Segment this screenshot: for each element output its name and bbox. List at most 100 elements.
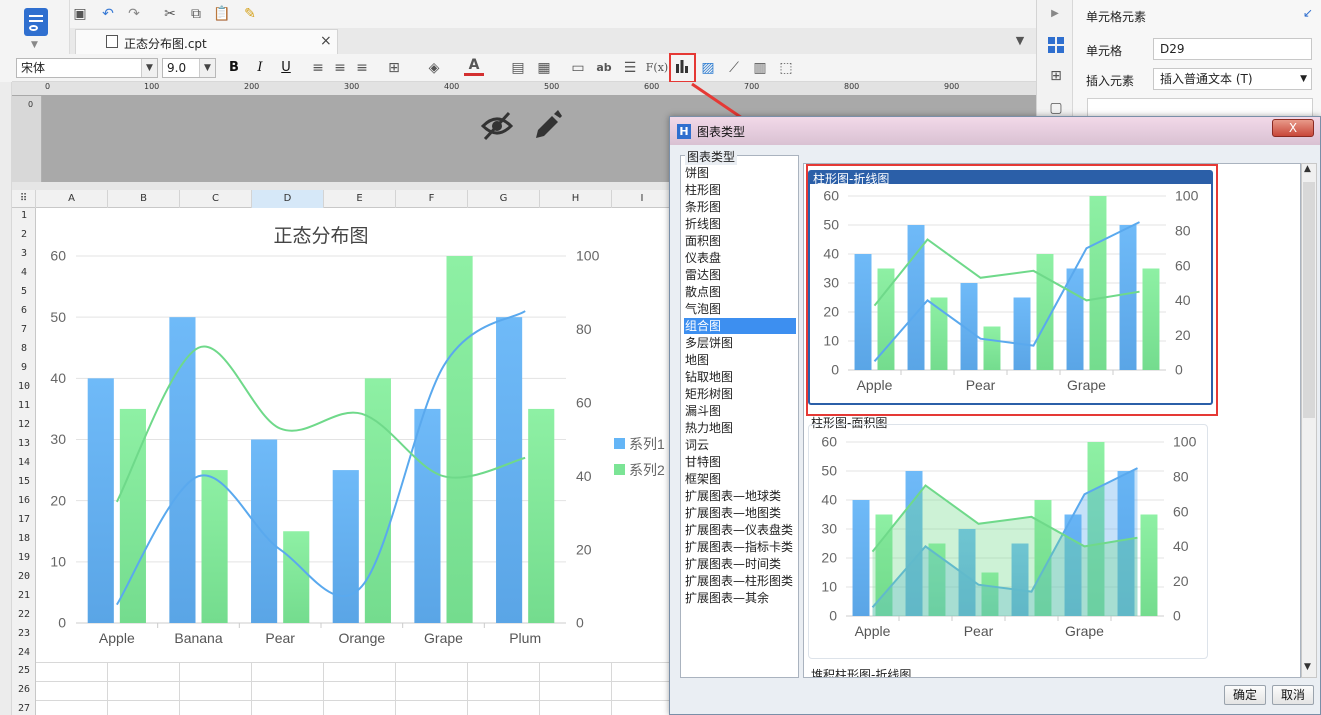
font-size-select[interactable]: 9.0 ▼: [162, 58, 216, 78]
scroll-thumb[interactable]: [1303, 182, 1315, 418]
save-icon[interactable]: ▣: [70, 4, 90, 24]
chart-type-item[interactable]: 柱形图: [684, 182, 796, 198]
text-icon[interactable]: ab: [594, 58, 614, 78]
chart-type-item[interactable]: 组合图: [684, 318, 796, 334]
row-label[interactable]: 2: [12, 229, 36, 240]
row-label[interactable]: 25: [12, 665, 36, 676]
scroll-down-icon[interactable]: ▼: [1304, 662, 1311, 672]
preview-card[interactable]: 柱形图-面积图 0 10 20 30 40 50 60 0 20 40 60 80 100 Apple Pe…: [808, 414, 1213, 659]
column-label-selected[interactable]: D: [252, 190, 324, 208]
align-right-icon[interactable]: ≡: [352, 58, 372, 78]
row-label[interactable]: 8: [12, 343, 36, 354]
chart-type-item[interactable]: 词云: [684, 437, 796, 453]
merge-cells-icon[interactable]: ▤: [508, 58, 528, 78]
row-label[interactable]: 13: [12, 438, 36, 449]
chart-type-item[interactable]: 框架图: [684, 471, 796, 487]
floating-element-icon[interactable]: ⬚: [776, 58, 796, 78]
column-label[interactable]: E: [324, 190, 396, 208]
column-label[interactable]: C: [180, 190, 252, 208]
chart-type-item[interactable]: 饼图: [684, 165, 796, 181]
insert-row-icon[interactable]: ▭: [568, 58, 588, 78]
row-label[interactable]: 27: [12, 703, 36, 714]
cancel-button[interactable]: 取消: [1272, 685, 1314, 705]
font-name-select[interactable]: 宋体 ▼: [16, 58, 158, 78]
close-button[interactable]: X: [1272, 119, 1314, 137]
dropdown-arrow-icon[interactable]: ▼: [1010, 31, 1030, 51]
split-cells-icon[interactable]: ▦: [534, 58, 554, 78]
row-label[interactable]: 14: [12, 457, 36, 468]
chart-type-item[interactable]: 漏斗图: [684, 403, 796, 419]
row-label[interactable]: 10: [12, 381, 36, 392]
card-label[interactable]: 堆积柱形图-折线图: [811, 666, 911, 677]
italic-button[interactable]: I: [250, 58, 270, 78]
widget-icon[interactable]: ▢: [1046, 98, 1066, 118]
cell-attribute-icon[interactable]: ⊞: [1046, 66, 1066, 86]
row-label[interactable]: 7: [12, 324, 36, 335]
cell-field[interactable]: D29: [1153, 38, 1312, 60]
row-label[interactable]: 15: [12, 476, 36, 487]
ok-button[interactable]: 确定: [1224, 685, 1266, 705]
tab-close-icon[interactable]: ×: [320, 33, 332, 49]
chevron-right-icon[interactable]: ▶: [1045, 4, 1065, 24]
row-label[interactable]: 5: [12, 286, 36, 297]
row-label[interactable]: 4: [12, 267, 36, 278]
chart-type-item[interactable]: 扩展图表—地球类: [684, 488, 796, 504]
column-label[interactable]: A: [36, 190, 108, 208]
row-label[interactable]: 18: [12, 533, 36, 544]
row-label[interactable]: 26: [12, 684, 36, 695]
format-brush-icon[interactable]: ✎: [240, 4, 260, 24]
hide-eye-icon[interactable]: [480, 110, 514, 145]
scroll-up-icon[interactable]: ▲: [1304, 164, 1311, 174]
chart-type-item[interactable]: 扩展图表—时间类: [684, 556, 796, 572]
chart-type-item[interactable]: 散点图: [684, 284, 796, 300]
paste-icon[interactable]: 📋: [212, 4, 232, 24]
row-label[interactable]: 22: [12, 609, 36, 620]
row-label[interactable]: 1: [12, 210, 36, 221]
chart-type-item[interactable]: 条形图: [684, 199, 796, 215]
underline-button[interactable]: U: [276, 58, 296, 78]
row-label[interactable]: 24: [12, 647, 36, 658]
row-label[interactable]: 6: [12, 305, 36, 316]
chart-type-item[interactable]: 扩展图表—地图类: [684, 505, 796, 521]
chart-type-item[interactable]: 地图: [684, 352, 796, 368]
fill-color-icon[interactable]: ◈: [424, 58, 444, 78]
formula-icon[interactable]: F(x): [644, 58, 670, 78]
border-icon[interactable]: ⊞: [384, 58, 404, 78]
font-color-icon[interactable]: A: [464, 58, 484, 76]
row-label[interactable]: 17: [12, 514, 36, 525]
chart-type-item[interactable]: 雷达图: [684, 267, 796, 283]
sub-report-icon[interactable]: ▥: [750, 58, 770, 78]
chart-type-item[interactable]: 扩展图表—其余: [684, 590, 796, 606]
undo-icon[interactable]: ↶: [98, 4, 118, 24]
tab-file[interactable]: 正态分布图.cpt ×: [75, 29, 338, 54]
chevron-down-icon[interactable]: ▼: [31, 40, 38, 50]
chart-type-item[interactable]: 钻取地图: [684, 369, 796, 385]
column-label[interactable]: I: [612, 190, 672, 208]
row-label[interactable]: 11: [12, 400, 36, 411]
slash-icon[interactable]: ⟋: [724, 58, 744, 78]
chart-type-item[interactable]: 多层饼图: [684, 335, 796, 351]
chart-type-item[interactable]: 折线图: [684, 216, 796, 232]
cut-icon[interactable]: ✂: [160, 4, 180, 24]
insert-image-icon[interactable]: ▨: [698, 58, 718, 78]
copy-icon[interactable]: ⧉: [186, 4, 206, 24]
chart-type-item[interactable]: 扩展图表—仪表盘类: [684, 522, 796, 538]
chart-type-item[interactable]: 气泡图: [684, 301, 796, 317]
cell-element-icon[interactable]: [1047, 36, 1065, 54]
chart-type-item[interactable]: 扩展图表—指标卡类: [684, 539, 796, 555]
column-label[interactable]: F: [396, 190, 468, 208]
chart-type-item[interactable]: 矩形树图: [684, 386, 796, 402]
chart-type-item[interactable]: 甘特图: [684, 454, 796, 470]
row-label[interactable]: 9: [12, 362, 36, 373]
bold-button[interactable]: B: [224, 58, 244, 78]
chart-type-item[interactable]: 扩展图表—柱形图类: [684, 573, 796, 589]
insert-select[interactable]: 插入普通文本 (T) ▼: [1153, 68, 1312, 90]
row-label[interactable]: 16: [12, 495, 36, 506]
app-logo-icon[interactable]: [24, 8, 48, 36]
row-label[interactable]: 23: [12, 628, 36, 639]
chart-type-item[interactable]: 热力地图: [684, 420, 796, 436]
chart-type-item[interactable]: 面积图: [684, 233, 796, 249]
column-label[interactable]: G: [468, 190, 540, 208]
row-label[interactable]: 21: [12, 590, 36, 601]
edit-pencil-icon[interactable]: [532, 110, 562, 145]
